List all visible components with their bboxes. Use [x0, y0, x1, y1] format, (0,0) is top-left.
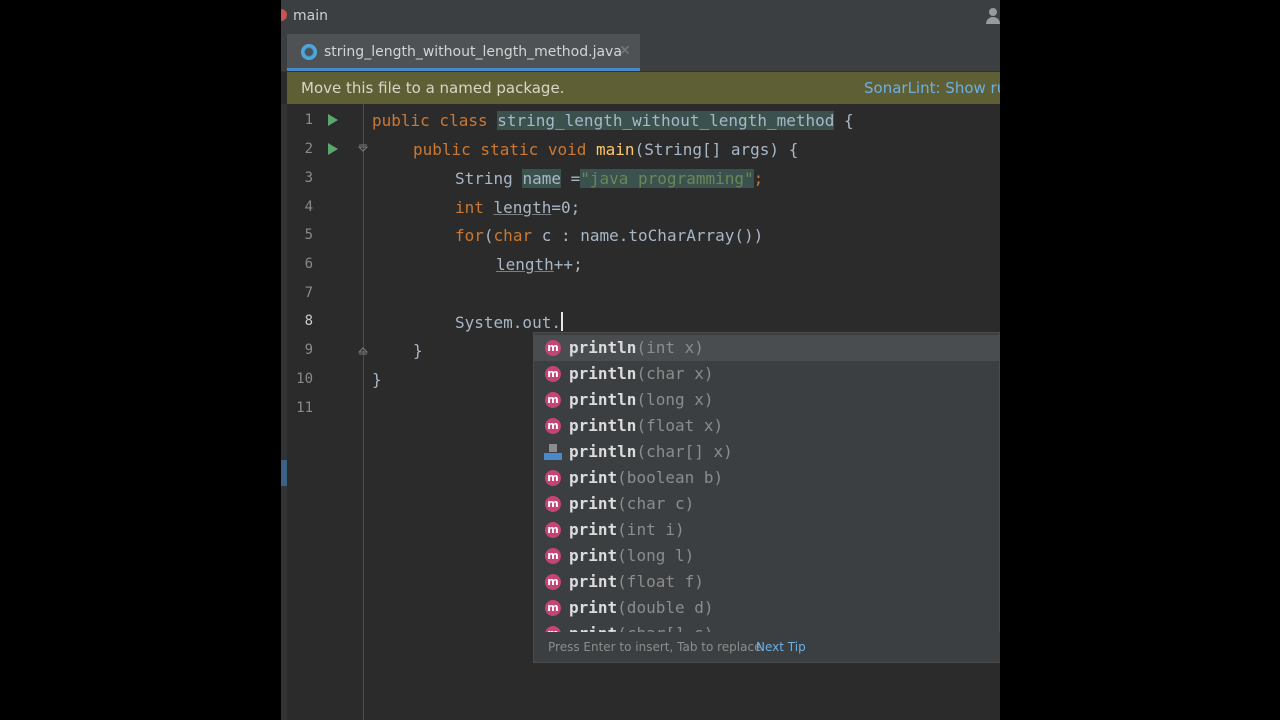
run-icon[interactable]	[328, 143, 338, 155]
code-line: 7	[281, 279, 1000, 308]
completion-item[interactable]: m print(double d)	[534, 595, 1000, 621]
completion-signature: (char c)	[617, 494, 695, 513]
line-number: 3	[304, 170, 313, 186]
title-bar: main	[281, 0, 1000, 34]
code-text: System.out.	[455, 312, 563, 332]
banner-message: Move this file to a named package.	[301, 79, 565, 97]
code-line: 2 public static void main(String[] args)…	[281, 135, 1000, 164]
line-number: 4	[304, 199, 313, 215]
line-number: 9	[304, 342, 313, 358]
completion-item[interactable]: m print(float f)	[534, 569, 1000, 595]
code-text: String name ="java programming";	[455, 169, 764, 188]
line-number: 8	[304, 313, 313, 329]
completion-name: print	[569, 468, 618, 487]
code-line: 6 length++;	[281, 250, 1000, 279]
completion-item[interactable]: m print(char c)	[534, 491, 1000, 517]
code-line: 5 for(char c : name.toCharArray())	[281, 221, 1000, 250]
method-icon: m	[545, 522, 561, 538]
gutter-marker	[281, 460, 287, 486]
next-tip-link[interactable]: Next Tip	[756, 640, 806, 654]
fold-icon[interactable]	[358, 144, 368, 154]
line-number: 5	[304, 227, 313, 243]
line-number: 11	[296, 400, 313, 416]
code-line: 4 int length=0;	[281, 193, 1000, 222]
completion-name: print	[569, 598, 618, 617]
method-icon: m	[545, 418, 561, 434]
completion-hint: Press Enter to insert, Tab to replace	[548, 640, 762, 654]
completion-name: println	[569, 416, 637, 435]
completion-item[interactable]: println(char[] x)	[534, 439, 1000, 465]
completion-name: print	[569, 572, 618, 591]
user-icon[interactable]	[986, 8, 1000, 24]
completion-name: println	[569, 390, 637, 409]
completion-signature: (int i)	[617, 520, 685, 539]
completion-item[interactable]: m println(char x)	[534, 361, 1000, 387]
line-number: 2	[304, 141, 313, 157]
completion-name: println	[569, 442, 637, 461]
code-text: }	[413, 341, 423, 360]
method-icon: m	[545, 600, 561, 616]
close-icon[interactable]: ✕	[619, 43, 631, 59]
completion-item[interactable]: m print(boolean b)	[534, 465, 1000, 491]
method-icon: m	[545, 574, 561, 590]
completion-name: println	[569, 364, 637, 383]
code-completion-popup: m println(int x) m println(char x) m pri…	[533, 332, 1000, 663]
tab-java-file[interactable]: string_length_without_length_method.java…	[287, 34, 640, 71]
text-caret	[560, 312, 563, 331]
completion-footer: Press Enter to insert, Tab to replace Ne…	[534, 632, 1000, 662]
completion-signature: (boolean b)	[617, 468, 724, 487]
method-icon: m	[545, 366, 561, 382]
completion-item[interactable]: m println(float x)	[534, 413, 1000, 439]
fold-icon[interactable]	[358, 345, 368, 355]
line-number: 10	[296, 371, 313, 387]
completion-item[interactable]: m print(long l)	[534, 543, 1000, 569]
method-icon: m	[545, 392, 561, 408]
ide-window: main string_length_without_length_method…	[281, 0, 1000, 720]
completion-name: print	[569, 546, 618, 565]
completion-signature: (char[] x)	[636, 442, 733, 461]
branch-icon	[281, 9, 287, 21]
completion-item[interactable]: m print(int i)	[534, 517, 1000, 543]
line-number: 6	[304, 256, 313, 272]
sonarlint-show-rule-link[interactable]: SonarLint: Show rule	[864, 79, 1000, 97]
code-text: public static void main(String[] args) {	[413, 140, 799, 159]
method-alt-icon	[544, 443, 562, 461]
code-text: }	[372, 370, 382, 389]
run-icon[interactable]	[328, 114, 338, 126]
tab-label: string_length_without_length_method.java	[324, 44, 622, 60]
java-class-icon	[301, 44, 317, 60]
completion-name: println	[569, 338, 637, 357]
completion-signature: (double d)	[617, 598, 714, 617]
code-line: 3 String name ="java programming";	[281, 164, 1000, 193]
completion-signature: (float x)	[636, 416, 724, 435]
editor-tab-bar: string_length_without_length_method.java…	[281, 34, 1000, 72]
method-icon: m	[545, 496, 561, 512]
branch-label[interactable]: main	[293, 8, 328, 24]
notification-banner: Move this file to a named package. Sonar…	[287, 72, 1000, 104]
completion-name: print	[569, 520, 618, 539]
completion-signature: (float f)	[617, 572, 704, 591]
code-line: 1 public class string_length_without_len…	[281, 106, 1000, 135]
method-icon: m	[545, 470, 561, 486]
completion-signature: (long l)	[617, 546, 695, 565]
line-number: 1	[304, 112, 313, 128]
code-text: for(char c : name.toCharArray())	[455, 226, 764, 245]
line-number: 7	[304, 285, 313, 301]
completion-list[interactable]: m println(int x) m println(char x) m pri…	[534, 335, 1000, 633]
method-icon: m	[545, 548, 561, 564]
completion-signature: (char x)	[636, 364, 714, 383]
method-icon: m	[545, 340, 561, 356]
code-text: int length=0;	[455, 198, 581, 217]
completion-item[interactable]: m println(int x)	[534, 335, 1000, 361]
code-text: public class string_length_without_lengt…	[372, 111, 854, 130]
completion-signature: (long x)	[636, 390, 714, 409]
completion-item[interactable]: m println(long x)	[534, 387, 1000, 413]
completion-signature: (int x)	[636, 338, 704, 357]
completion-name: print	[569, 494, 618, 513]
code-text: length++;	[496, 255, 583, 274]
